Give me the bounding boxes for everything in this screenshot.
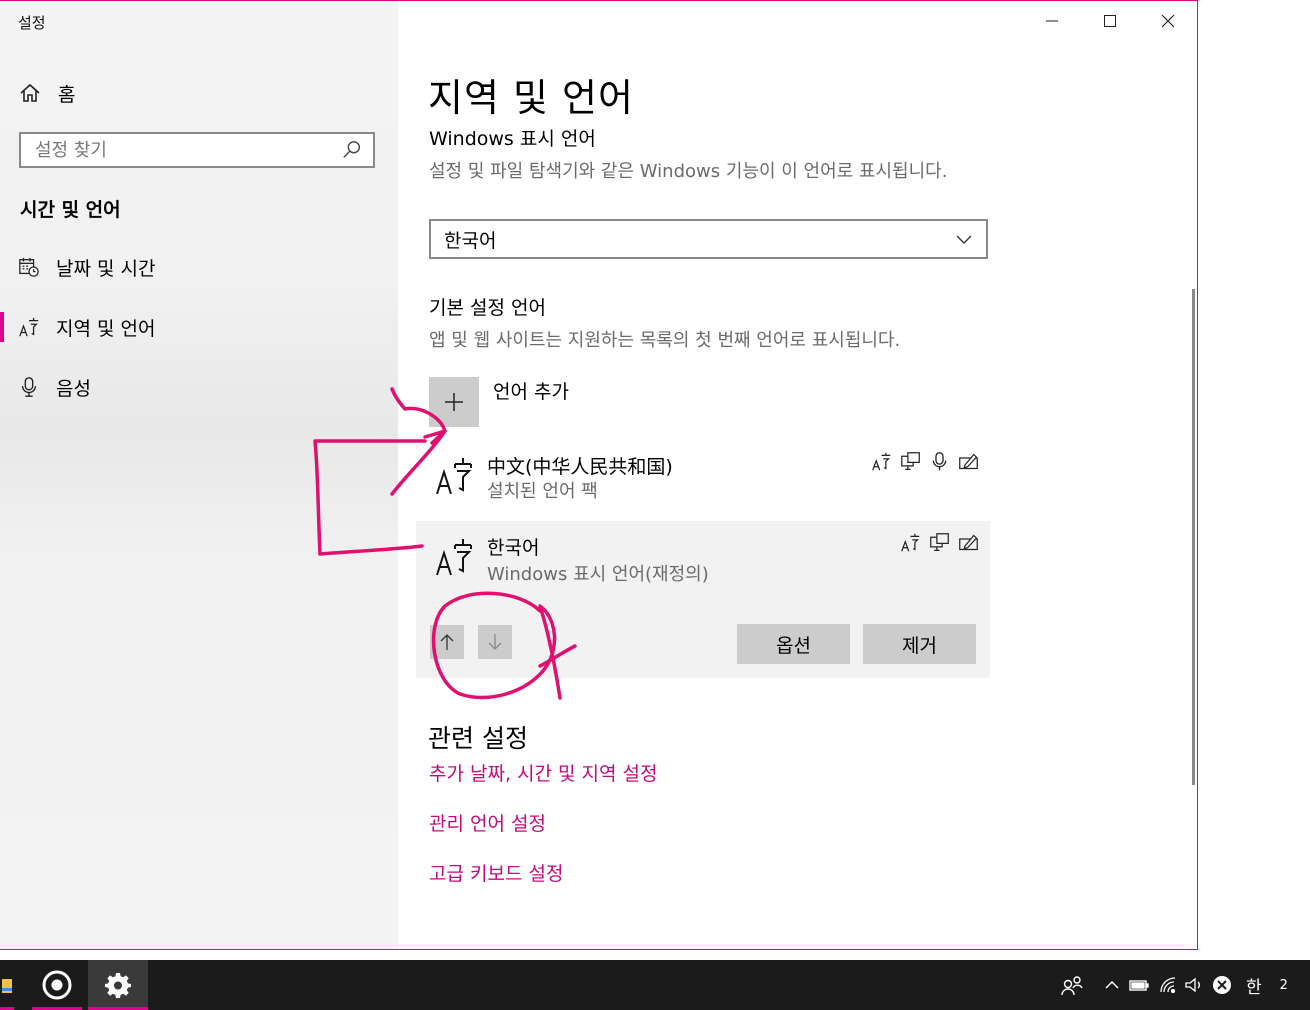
related-settings-title: 관련 설정 <box>428 724 528 753</box>
language-glyph-icon <box>436 539 472 576</box>
options-button[interactable]: 옵션 <box>737 624 850 664</box>
language-item-korean[interactable]: 한국어 Windows 표시 언어(재정의) 옵션 제거 <box>416 521 990 678</box>
language-status: Windows 표시 언어(재정의) <box>487 564 709 585</box>
settings-taskbar-button[interactable] <box>88 960 148 1010</box>
language-features <box>900 532 979 553</box>
microphone-icon <box>21 377 37 397</box>
scrollbar[interactable] <box>1192 289 1195 785</box>
language-features <box>871 451 979 472</box>
speech-recognition-icon <box>932 452 947 471</box>
maximize-icon <box>1104 15 1116 27</box>
wifi-icon[interactable] <box>1158 976 1178 994</box>
plus-icon <box>445 393 463 411</box>
preferred-languages-label: 기본 설정 언어 <box>429 297 546 319</box>
chevron-up-icon[interactable] <box>1104 977 1120 993</box>
taskbar: 한 2 <box>0 960 1310 1010</box>
maximize-button[interactable] <box>1081 1 1139 41</box>
disconnected-icon[interactable] <box>1212 975 1232 995</box>
sidebar-item-label: 음성 <box>56 377 91 400</box>
media-player-icon <box>42 970 72 1000</box>
language-glyph-icon <box>436 458 472 495</box>
link-advanced-keyboard[interactable]: 고급 키보드 설정 <box>429 859 563 886</box>
handwriting-icon <box>959 534 978 551</box>
section-title: 시간 및 언어 <box>20 199 121 221</box>
display-language-label: Windows 표시 언어 <box>429 128 596 150</box>
link-administrative-language[interactable]: 관리 언어 설정 <box>429 809 546 836</box>
page-title: 지역 및 언어 <box>428 76 634 120</box>
close-icon <box>1161 14 1175 28</box>
link-additional-date-time-region[interactable]: 추가 날짜, 시간 및 지역 설정 <box>429 759 658 786</box>
preferred-languages-description: 앱 및 웹 사이트는 지원하는 목록의 첫 번째 언어로 표시됩니다. <box>429 330 901 351</box>
volume-icon[interactable] <box>1184 976 1204 994</box>
display-language-feature-icon <box>872 452 891 471</box>
close-button[interactable] <box>1139 1 1197 41</box>
search-icon[interactable] <box>341 139 363 161</box>
system-tray: 한 2 <box>1060 960 1288 1010</box>
language-name: 한국어 <box>487 537 540 559</box>
handwriting-icon <box>959 453 978 470</box>
language-name: 中文(中华人民共和国) <box>487 456 673 478</box>
language-item-chinese[interactable]: 中文(中华人民共和国) 설치된 언어 팩 <box>416 441 990 513</box>
nav-home-label: 홈 <box>58 83 76 106</box>
add-language-label[interactable]: 언어 추가 <box>493 377 569 404</box>
battery-icon[interactable] <box>1128 977 1150 993</box>
sidebar-item-date-time[interactable]: 날짜 및 시간 <box>18 250 388 284</box>
sidebar-item-region-language[interactable]: 지역 및 언어 <box>0 310 388 344</box>
file-explorer-taskbar-button[interactable] <box>0 960 14 1010</box>
chevron-down-icon <box>956 235 972 244</box>
minimize-icon <box>1046 20 1058 22</box>
remove-button[interactable]: 제거 <box>863 624 976 664</box>
navigation-pane: 설정 홈 시간 및 언어 날짜 및 시간 <box>0 1 398 949</box>
clock[interactable]: 2 <box>1280 978 1288 993</box>
sidebar-item-label: 지역 및 언어 <box>56 317 156 340</box>
text-to-speech-icon <box>930 533 949 551</box>
display-language-dropdown[interactable]: 한국어 <box>429 219 988 259</box>
search-box[interactable] <box>19 132 375 168</box>
move-up-button[interactable] <box>430 625 464 659</box>
window-controls <box>1023 1 1197 41</box>
move-down-button[interactable] <box>478 625 512 659</box>
sidebar-item-label: 날짜 및 시간 <box>56 257 156 280</box>
home-icon <box>20 83 40 102</box>
sidebar-item-speech[interactable]: 음성 <box>18 370 388 404</box>
arrow-up-icon <box>440 634 454 650</box>
display-language-feature-icon <box>901 533 920 552</box>
nav-home[interactable]: 홈 <box>18 79 75 107</box>
language-icon <box>19 317 39 337</box>
display-language-description: 설정 및 파일 탐색기와 같은 Windows 기능이 이 언어로 표시됩니다. <box>429 161 948 182</box>
people-icon[interactable] <box>1060 974 1084 996</box>
minimize-button[interactable] <box>1023 1 1081 41</box>
ime-indicator[interactable]: 한 <box>1246 973 1262 998</box>
media-player-taskbar-button[interactable] <box>32 960 82 1010</box>
settings-window: 설정 홈 시간 및 언어 날짜 및 시간 <box>0 0 1198 950</box>
text-to-speech-icon <box>901 452 920 470</box>
folder-icon <box>2 979 12 993</box>
app-title: 설정 <box>18 14 46 32</box>
language-status: 설치된 언어 팩 <box>487 481 598 502</box>
dropdown-selected-value: 한국어 <box>444 229 497 252</box>
add-language-button[interactable] <box>429 377 479 427</box>
calendar-clock-icon <box>19 257 39 277</box>
gear-icon <box>105 973 131 998</box>
arrow-down-icon <box>488 634 502 650</box>
search-input[interactable] <box>21 133 341 167</box>
